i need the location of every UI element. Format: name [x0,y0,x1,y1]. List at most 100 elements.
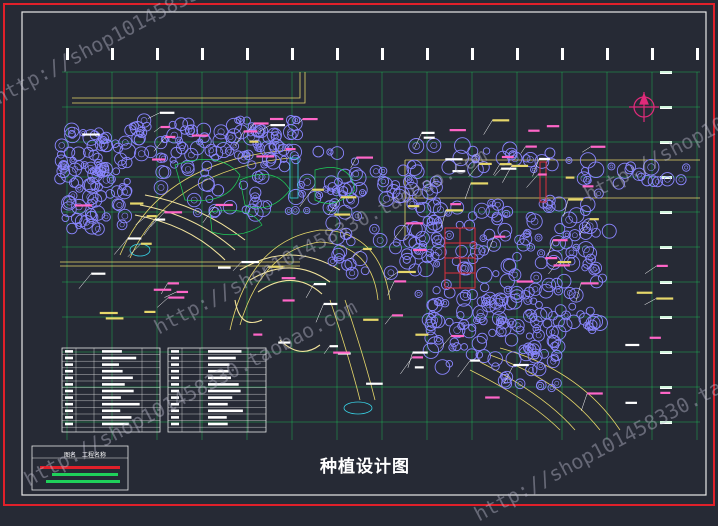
plant-callout-tag [256,155,275,158]
plant-callout-tag [539,157,550,161]
sheet-background [0,0,718,509]
plant-callout-tag [636,291,653,294]
plant-callout-tag [268,265,284,268]
plant-callout-tag [538,173,547,176]
grid-tick [660,421,672,424]
table-cell-text [102,369,123,373]
plant-callout-tag [82,133,100,136]
plant-callout-tag [241,260,260,264]
table-cell-text [208,383,239,386]
table-cell-text [102,422,129,426]
plant-callout-tag [253,333,263,336]
grid-tick [660,106,672,109]
plant-callout-tag [281,277,296,280]
plant-callout-tag [243,130,258,133]
plant-callout-tag [153,288,172,291]
table-cell-text [102,383,125,386]
table-cell-text [65,356,73,360]
table-cell-text [171,409,179,413]
table-cell-text [208,363,230,366]
plant-callout-tag [302,117,318,121]
table-cell-text [102,416,132,419]
plant-callout-tag [413,248,427,252]
plant-callout-tag [140,242,152,245]
plant-callout-tag [269,117,284,121]
plant-callout-tag [552,239,568,242]
plant-callout-tag [270,124,285,127]
plant-callout-tag [450,203,462,206]
plant-callout-tag [479,162,492,165]
grid-tick [696,48,699,60]
plant-callout-tag [363,318,379,321]
plant-callout-tag [445,158,463,161]
table-cell-text [208,416,227,419]
plant-callout-tag [164,211,183,214]
plant-callout-tag [152,158,166,161]
table-cell-text [102,409,121,413]
plant-callout-tag [587,392,603,395]
plant-callout-tag [278,341,291,344]
plant-callout-tag [449,129,466,132]
plant-callout-tag [414,366,424,369]
table-cell-text [65,422,73,426]
plant-callout-tag [165,135,176,139]
plant-callout-tag [580,282,599,285]
plant-callout-tag [470,359,481,362]
plant-callout-tag [589,218,599,221]
plant-callout-tag [656,297,674,300]
plant-callout-tag [625,343,640,347]
plant-callout-tag [421,131,435,134]
plant-callout-tag [423,136,435,139]
table-cell-text [65,396,73,399]
plant-callout-tag [159,111,175,114]
plant-callout-tag [75,204,92,207]
plant-callout-tag [146,215,157,218]
table-cell-text [171,356,179,360]
plant-callout-tag [312,188,324,191]
plant-callout-tag [553,264,570,267]
grid-tick [516,48,519,60]
plant-callout-tag [499,163,512,166]
plant-callout-tag [625,401,637,404]
table-cell-text [208,350,242,353]
plant-callout-tag [392,314,404,317]
plant-callout-tag [451,334,464,338]
grid-tick [660,211,672,214]
table-cell-text [65,389,73,393]
plant-callout-tag [485,396,500,399]
plant-callout-tag [470,182,489,185]
table-cell-text [208,356,236,360]
plant-callout-tag [91,272,106,275]
plant-callout-tag [528,129,540,132]
plant-callout-tag [356,156,373,159]
table-cell-text [171,422,179,426]
table-cell-text [102,363,119,366]
plant-callout-tag [160,125,170,129]
plant-callout-tag [155,218,166,221]
plant-callout-tag [168,296,185,299]
plant-callout-tag [167,282,179,285]
table-cell-text [65,383,73,386]
plant-callout-tag [394,280,407,283]
plant-callout-tag [408,205,420,208]
plant-callout-tag [516,280,534,283]
table-cell-text [102,402,140,406]
table-cell-text [102,389,134,393]
plant-callout-tag [649,336,661,339]
table-cell-text [171,350,179,353]
table-cell-text [171,396,179,399]
table-cell-text [208,389,241,393]
plant-callout-tag [452,170,466,173]
plant-callout-tag [501,155,514,159]
plant-callout-tag [215,203,233,207]
plant-callout-tag [546,125,560,128]
plant-callout-tag [412,356,424,359]
table-cell-text [171,416,179,419]
plant-callout-tag [412,351,428,354]
grid-tick [246,48,249,60]
plant-callout-tag [565,176,575,179]
grid-tick [471,48,474,60]
plant-callout-tag [363,247,372,251]
plant-callout-tag [501,167,517,170]
plant-callout-tag [568,198,584,201]
